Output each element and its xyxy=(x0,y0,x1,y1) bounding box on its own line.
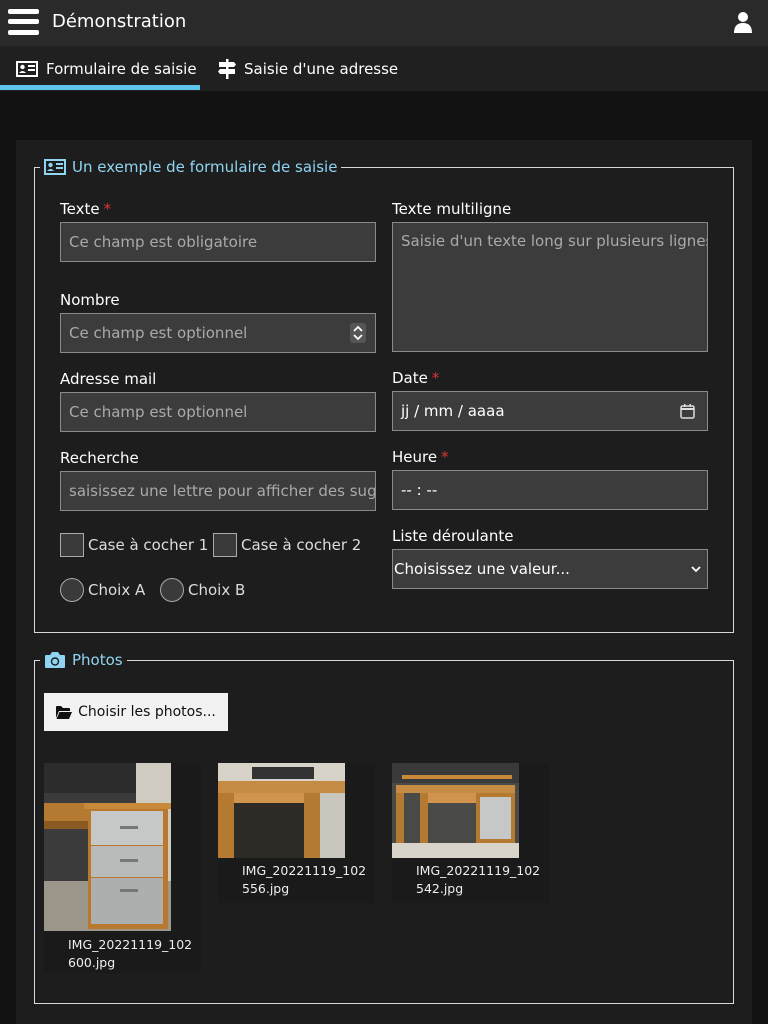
app-title: Démonstration xyxy=(52,11,187,32)
id-card-icon xyxy=(44,159,66,175)
checkbox-1[interactable] xyxy=(60,533,84,557)
photo-thumbnail[interactable] xyxy=(44,763,171,931)
checkbox-2[interactable] xyxy=(213,533,237,557)
app-header: Démonstration xyxy=(0,0,768,46)
checkbox-2-label[interactable]: Case à cocher 2 xyxy=(241,536,361,554)
active-tab-indicator xyxy=(0,85,200,90)
radio-a[interactable] xyxy=(60,578,84,602)
checkbox-1-label[interactable]: Case à cocher 1 xyxy=(88,536,208,554)
photo-thumbnail[interactable] xyxy=(392,763,519,858)
email-input[interactable]: Ce champ est optionnel xyxy=(60,392,376,432)
dropdown-select[interactable]: Choisissez une valeur... xyxy=(392,549,708,589)
search-label: Recherche xyxy=(60,449,139,467)
radio-b[interactable] xyxy=(160,578,184,602)
photo-filename: IMG_20221119_102 542.jpg xyxy=(416,863,541,896)
choose-photos-button[interactable]: Choisir les photos... xyxy=(44,693,228,731)
multiline-textarea[interactable]: Saisie d'un texte long sur plusieurs lig… xyxy=(392,222,708,352)
calendar-icon[interactable] xyxy=(680,404,695,419)
photo-filename: IMG_20221119_102 600.jpg xyxy=(68,937,193,970)
search-input[interactable]: saisissez une lettre pour afficher des s… xyxy=(60,471,376,511)
tab-label: Formulaire de saisie xyxy=(46,59,197,78)
photos-legend: Photos xyxy=(40,649,127,671)
id-card-icon xyxy=(16,60,38,77)
time-label: Heure * xyxy=(392,448,449,466)
legend-text: Un exemple de formulaire de saisie xyxy=(72,158,338,176)
camera-icon xyxy=(45,652,65,668)
photo-filename: IMG_20221119_102 556.jpg xyxy=(242,863,367,896)
radio-b-label[interactable]: Choix B xyxy=(188,581,245,599)
number-label: Nombre xyxy=(60,291,120,309)
date-input[interactable]: jj / mm / aaaa xyxy=(392,391,708,431)
text-input[interactable]: Ce champ est obligatoire xyxy=(60,222,376,262)
select-label: Liste déroulante xyxy=(392,527,514,545)
spinner-icon[interactable] xyxy=(350,323,366,343)
form-legend: Un exemple de formulaire de saisie xyxy=(40,156,342,178)
radio-a-label[interactable]: Choix A xyxy=(88,581,145,599)
menu-icon[interactable] xyxy=(8,9,39,35)
signpost-icon xyxy=(218,58,236,79)
folder-open-icon xyxy=(56,705,73,719)
tab-label: Saisie d'une adresse xyxy=(244,59,399,78)
date-label: Date * xyxy=(392,369,440,387)
photo-thumbnail[interactable] xyxy=(218,763,345,858)
number-input[interactable]: Ce champ est optionnel xyxy=(60,313,376,353)
user-icon[interactable] xyxy=(734,11,752,33)
time-input[interactable]: -- : -- xyxy=(392,470,708,510)
tab-adresse[interactable]: Saisie d'une adresse xyxy=(218,46,398,91)
text-label: Texte * xyxy=(60,200,112,218)
chevron-down-icon xyxy=(691,566,701,573)
legend-text: Photos xyxy=(72,651,123,669)
email-label: Adresse mail xyxy=(60,370,157,388)
multiline-label: Texte multiligne xyxy=(392,200,512,218)
